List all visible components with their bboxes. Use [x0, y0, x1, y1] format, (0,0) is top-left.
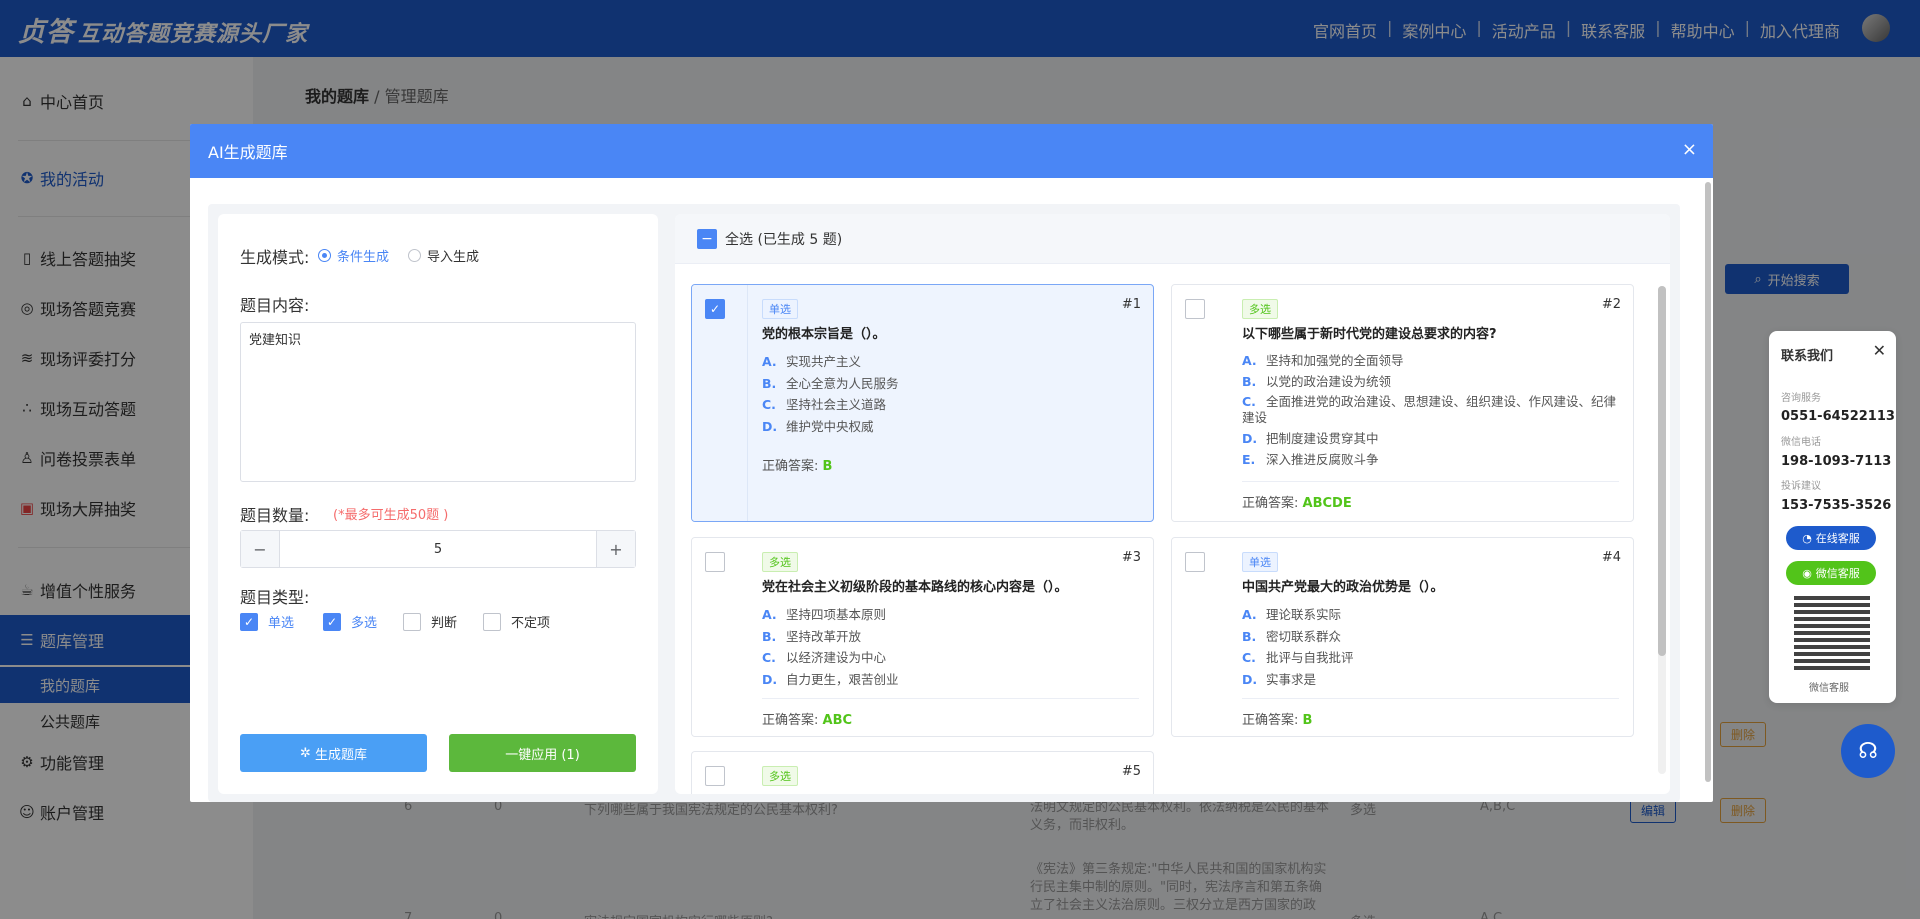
online-service-button[interactable]: ◔ 在线客服: [1786, 526, 1876, 550]
question-card[interactable]: 多选 #2 以下哪些属于新时代党的建设总要求的内容? A. 坚持和加强党的全面领导…: [1171, 284, 1634, 522]
question-card[interactable]: 多选 #5: [691, 751, 1154, 794]
type-checkbox-indefinite[interactable]: 不定项: [483, 612, 550, 631]
generate-button[interactable]: ✲ 生成题库: [240, 734, 427, 772]
question-checkbox[interactable]: [705, 552, 725, 572]
question-list-panel: − 全选 (已生成 5 题) ✓ 单选 #1 党的根本宗旨是（）。 A. 实现共产…: [675, 214, 1670, 794]
mode-radio-import[interactable]: 导入生成: [408, 246, 479, 265]
type-checkbox-single[interactable]: ✓ 单选: [240, 612, 294, 631]
count-stepper: − 5 +: [240, 530, 636, 568]
type-tag: 多选: [762, 552, 798, 572]
minus-button[interactable]: −: [241, 531, 279, 567]
content-textarea[interactable]: 党建知识: [240, 322, 636, 482]
chat-icon: ◔: [1802, 531, 1812, 545]
question-checkbox[interactable]: [1185, 552, 1205, 572]
mode-radio-condition[interactable]: 条件生成: [318, 246, 389, 265]
type-tag: 多选: [762, 766, 798, 786]
question-title: 党的根本宗旨是（）。: [762, 327, 886, 342]
close-icon[interactable]: ×: [1682, 139, 1697, 160]
modal-title: AI生成题库: [208, 143, 288, 162]
type-tag: 单选: [1242, 552, 1278, 572]
select-all-checkbox[interactable]: −: [697, 228, 717, 249]
type-tag: 多选: [1242, 299, 1278, 319]
question-card[interactable]: 多选 #3 党在社会主义初级阶段的基本路线的核心内容是（）。 A. 坚持四项基本原…: [691, 537, 1154, 737]
modal-body: 生成模式: 条件生成 导入生成 题目内容: 党建知识 题目数量: (*最多可生成…: [208, 204, 1680, 802]
sparkle-icon: ✲: [300, 745, 311, 761]
close-icon[interactable]: ✕: [1873, 341, 1886, 360]
type-checkbox-judge[interactable]: 判断: [403, 612, 457, 631]
contact-panel: 联系我们 ✕ 咨询服务 0551-64522113 微信电话 198-1093-…: [1769, 331, 1896, 703]
question-checkbox[interactable]: [705, 766, 725, 786]
plus-button[interactable]: +: [597, 531, 635, 567]
apply-button[interactable]: 一键应用 (1): [449, 734, 636, 772]
question-checkbox[interactable]: [1185, 299, 1205, 319]
modal-scrollbar[interactable]: [1705, 182, 1711, 782]
question-card[interactable]: 单选 #4 中国共产党最大的政治优势是（）。 A. 理论联系实际 B. 密切联系群众…: [1171, 537, 1634, 737]
ai-generate-modal: AI生成题库 × 生成模式: 条件生成 导入生成 题目内容: 党建知识 题目数量…: [190, 124, 1713, 802]
question-title: 以下哪些属于新时代党的建设总要求的内容?: [1242, 327, 1497, 342]
question-title: 党在社会主义初级阶段的基本路线的核心内容是（）。: [762, 580, 1068, 595]
wechat-service-button[interactable]: ◉ 微信客服: [1786, 561, 1876, 585]
question-checkbox[interactable]: ✓: [705, 299, 725, 319]
headset-icon[interactable]: ☊: [1841, 724, 1895, 778]
question-title: 中国共产党最大的政治优势是（）。: [1242, 580, 1444, 595]
count-input[interactable]: 5: [279, 531, 597, 567]
count-hint: (*最多可生成50题 ): [333, 508, 449, 523]
wechat-icon: ◉: [1802, 566, 1812, 580]
type-tag: 单选: [762, 299, 798, 319]
question-card[interactable]: ✓ 单选 #1 党的根本宗旨是（）。 A. 实现共产主义 B. 全心全意为人民服务 …: [691, 284, 1154, 522]
modal-header: AI生成题库 ×: [190, 124, 1713, 178]
type-checkbox-multi[interactable]: ✓ 多选: [323, 612, 377, 631]
qr-code: [1794, 594, 1870, 670]
list-scrollbar[interactable]: [1658, 286, 1666, 656]
select-all-bar[interactable]: − 全选 (已生成 5 题): [675, 214, 1670, 264]
generate-form: 生成模式: 条件生成 导入生成 题目内容: 党建知识 题目数量: (*最多可生成…: [218, 214, 658, 794]
